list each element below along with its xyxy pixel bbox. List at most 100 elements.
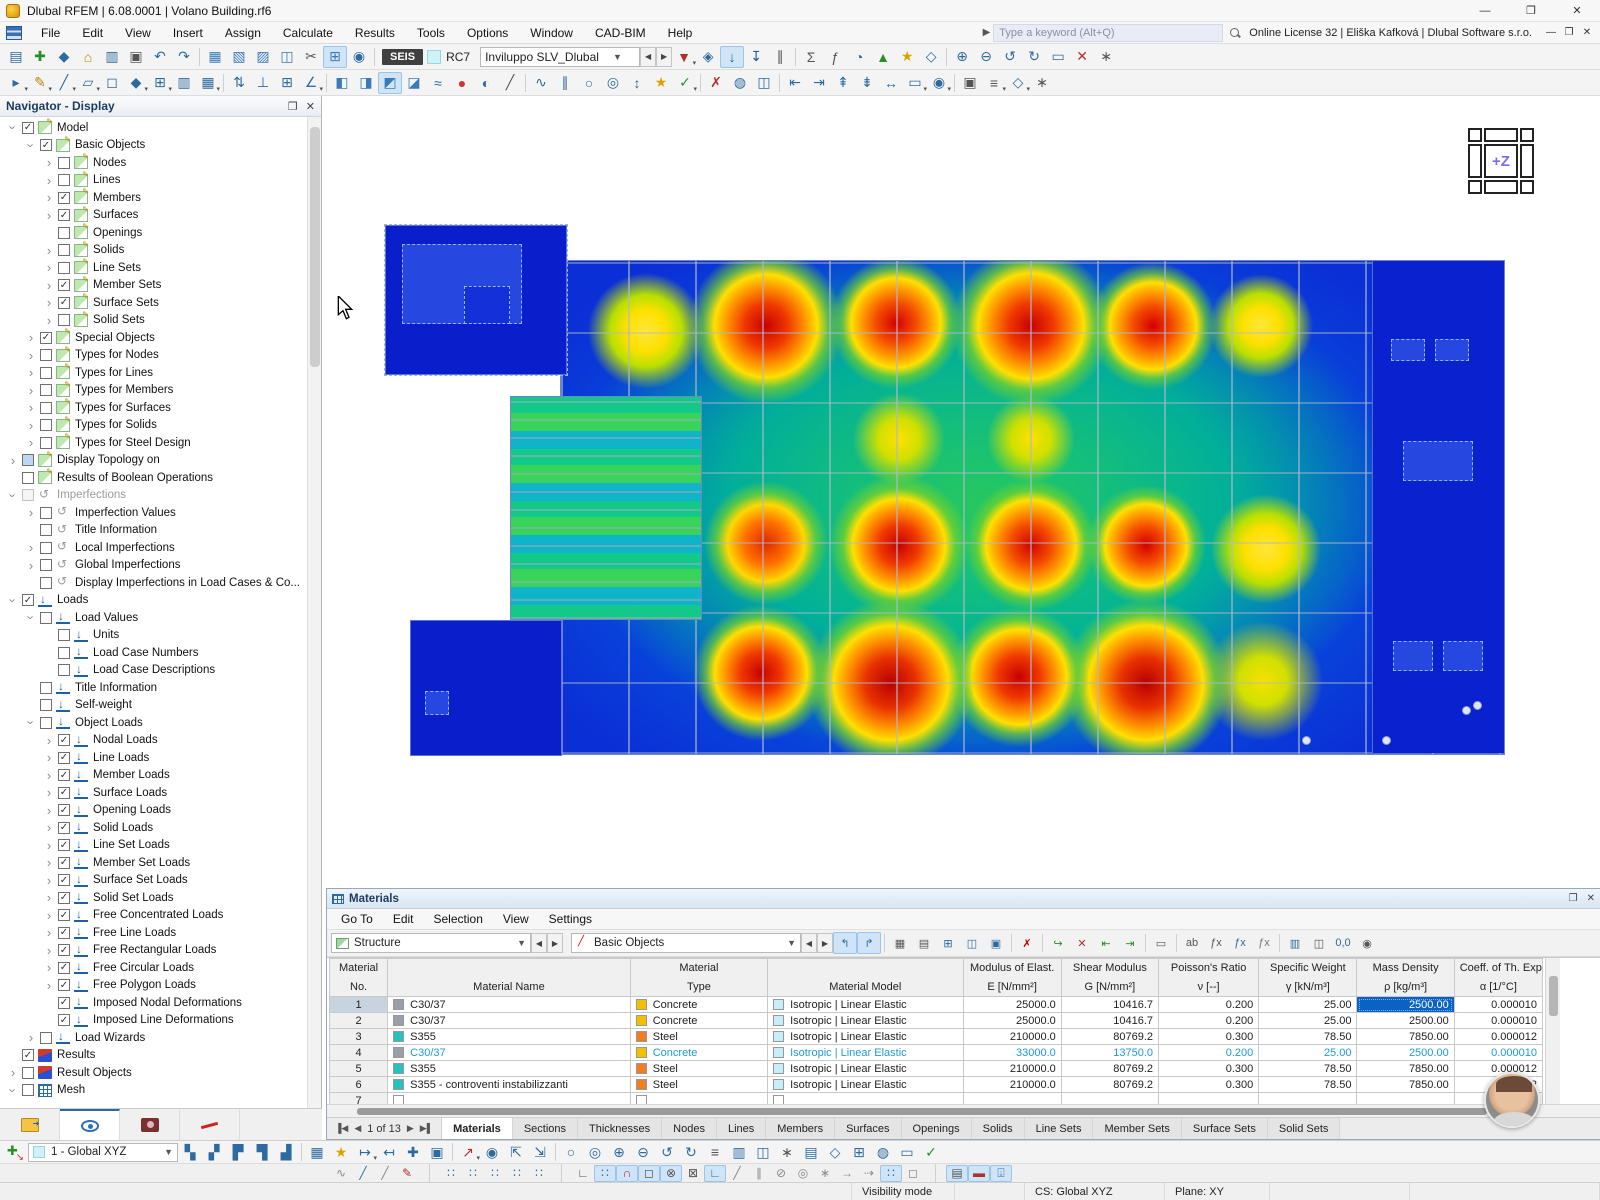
tree-item[interactable]: Types for Nodes — [0, 347, 307, 365]
tree-expander-icon[interactable] — [24, 435, 38, 450]
cell-material-type[interactable]: Concrete — [630, 1045, 767, 1061]
snap-icon[interactable]: ∷ — [462, 1165, 484, 1182]
menu-item[interactable]: Help — [657, 23, 704, 43]
toolbar-icon[interactable]: ▣ — [425, 1141, 449, 1163]
toolbar-icon[interactable]: ∥ — [768, 46, 792, 68]
cell-mass-density[interactable]: 2500.00 — [1357, 997, 1454, 1013]
tree-expander-icon[interactable] — [42, 803, 56, 818]
toolbar-icon[interactable]: ⇤ — [783, 72, 807, 94]
tree-checkbox[interactable] — [58, 979, 70, 991]
cell-poisson-ratio[interactable]: 0.200 — [1159, 1045, 1259, 1061]
cell-thermal-expansion[interactable]: 0.000010 — [1454, 1013, 1542, 1029]
tree-expander-icon[interactable] — [24, 575, 38, 590]
toolbar-icon[interactable]: ◍ — [871, 1141, 895, 1163]
tree-checkbox[interactable] — [58, 629, 70, 641]
tree-expander-icon[interactable] — [24, 418, 38, 433]
materials-toolbar-icon[interactable]: ⇥ — [1118, 932, 1142, 954]
tree-item[interactable]: Title Information — [0, 679, 307, 697]
tree-item[interactable]: Results of Boolean Operations — [0, 469, 307, 487]
tree-checkbox[interactable] — [40, 717, 52, 729]
cell-row-number[interactable]: 6 — [330, 1077, 388, 1093]
tree-expander-icon[interactable] — [24, 330, 38, 345]
toolbar-icon[interactable] — [943, 46, 950, 68]
cell-material-type[interactable]: Steel — [630, 1061, 767, 1077]
toolbar-icon[interactable]: ↶ — [148, 46, 172, 68]
toolbar-icon[interactable]: ≡ — [982, 72, 1006, 94]
tree-checkbox[interactable] — [40, 367, 52, 379]
toolbar-icon[interactable]: ▦ — [305, 1141, 329, 1163]
cell-modulus[interactable]: 33000.0 — [963, 1045, 1061, 1061]
plan-top-left-wing[interactable] — [385, 225, 567, 375]
tree-checkbox[interactable] — [22, 489, 34, 501]
tree-item[interactable]: Member Loads — [0, 767, 307, 785]
cell-mass-density[interactable]: 7850.00 — [1357, 1061, 1454, 1077]
float-panel-icon[interactable]: ❐ — [1569, 893, 1578, 904]
tree-item[interactable]: Display Imperfections in Load Cases & Co… — [0, 574, 307, 592]
tree-item[interactable]: Mesh — [0, 1082, 307, 1100]
first-table-button[interactable]: ▐◀ — [335, 1123, 348, 1134]
cell-material-model[interactable]: Isotropic | Linear Elastic — [768, 1061, 963, 1077]
tree-checkbox[interactable] — [40, 699, 52, 711]
tree-checkbox[interactable] — [22, 1084, 34, 1096]
tree-item[interactable]: Basic Objects — [0, 137, 307, 155]
tree-expander-icon[interactable] — [42, 155, 56, 170]
navigator-tab[interactable] — [180, 1109, 240, 1141]
snap-icon[interactable]: ⊠ — [682, 1165, 704, 1182]
table-row[interactable]: 4 C30/37 Concrete Isotropic | Linear Ela… — [330, 1045, 1543, 1061]
toolbar-icon[interactable]: ◉ — [927, 72, 951, 94]
toolbar-icon[interactable]: ↦ — [353, 1141, 377, 1163]
toolbar-icon[interactable]: ↺ — [655, 1141, 679, 1163]
toolbar-icon[interactable]: ⊞ — [275, 72, 299, 94]
tree-expander-icon[interactable] — [42, 960, 56, 975]
tree-item[interactable]: Imperfection Values — [0, 504, 307, 522]
toolbar-icon[interactable]: ◎ — [601, 72, 625, 94]
next-category-button[interactable]: ▶ — [817, 933, 833, 953]
previous-view-button[interactable]: ◀ — [531, 933, 547, 953]
snap-icon[interactable]: ∷ — [506, 1165, 528, 1182]
toolbar-icon[interactable]: ◔ — [847, 46, 871, 68]
materials-toolbar-icon[interactable]: ⊞ — [936, 932, 960, 954]
toolbar-icon[interactable]: ◐ — [474, 72, 498, 94]
close-button[interactable]: ✕ — [1554, 0, 1600, 22]
tree-item[interactable]: Free Polygon Loads — [0, 977, 307, 995]
cell-material-name[interactable]: C30/37 — [388, 1013, 631, 1029]
toolbar-icon[interactable]: ≈ — [426, 72, 450, 94]
child-close-button[interactable]: ✕ — [1578, 25, 1596, 41]
minimize-button[interactable]: — — [1462, 0, 1508, 22]
snap-icon[interactable]: ╱ — [374, 1165, 396, 1182]
toolbar-icon[interactable]: ▚ — [178, 1141, 202, 1163]
tree-expander-icon[interactable] — [42, 190, 56, 205]
previous-category-button[interactable]: ◀ — [801, 933, 817, 953]
cell-shear-modulus[interactable]: 10416.7 — [1061, 997, 1158, 1013]
snap-icon[interactable]: ∷ — [594, 1165, 616, 1182]
tree-checkbox[interactable] — [58, 1014, 70, 1026]
tree-checkbox[interactable] — [40, 419, 52, 431]
cell-modulus[interactable]: 25000.0 — [963, 997, 1061, 1013]
tree-item[interactable]: Surface Sets — [0, 294, 307, 312]
toolbar-icon[interactable]: ↻ — [679, 1141, 703, 1163]
toolbar-icon[interactable]: ∠ — [299, 72, 323, 94]
toolbar-icon[interactable]: Σ — [799, 46, 823, 68]
snap-icon[interactable]: ∷ — [528, 1165, 550, 1182]
cell-mass-density[interactable]: 2500.00 — [1357, 1045, 1454, 1061]
tree-expander-icon[interactable] — [42, 663, 56, 678]
cell-material-model[interactable]: Isotropic | Linear Elastic — [768, 1013, 963, 1029]
cell-specific-weight[interactable]: 78.50 — [1259, 1061, 1357, 1077]
tree-expander-icon[interactable] — [42, 890, 56, 905]
close-panel-icon[interactable]: ✕ — [306, 100, 315, 113]
materials-toolbar-icon[interactable]: ↱ — [857, 932, 881, 954]
tree-expander-icon[interactable] — [6, 593, 20, 608]
toolbar-icon[interactable]: ● — [450, 72, 474, 94]
toolbar-icon[interactable]: ✚ — [401, 1141, 425, 1163]
navigator-scrollbar[interactable] — [307, 117, 321, 1108]
toolbar-icon[interactable]: ∥ — [553, 72, 577, 94]
toolbar-icon[interactable]: ↤ — [377, 1141, 401, 1163]
toolbar-icon[interactable] — [792, 46, 799, 68]
tree-expander-icon[interactable] — [24, 383, 38, 398]
tree-item[interactable]: Imposed Nodal Deformations — [0, 994, 307, 1012]
tree-item[interactable]: Line Loads — [0, 749, 307, 767]
tree-checkbox[interactable] — [40, 542, 52, 554]
tree-checkbox[interactable] — [58, 279, 70, 291]
tree-checkbox[interactable] — [58, 822, 70, 834]
toolbar-icon[interactable]: ↓ — [720, 46, 744, 68]
